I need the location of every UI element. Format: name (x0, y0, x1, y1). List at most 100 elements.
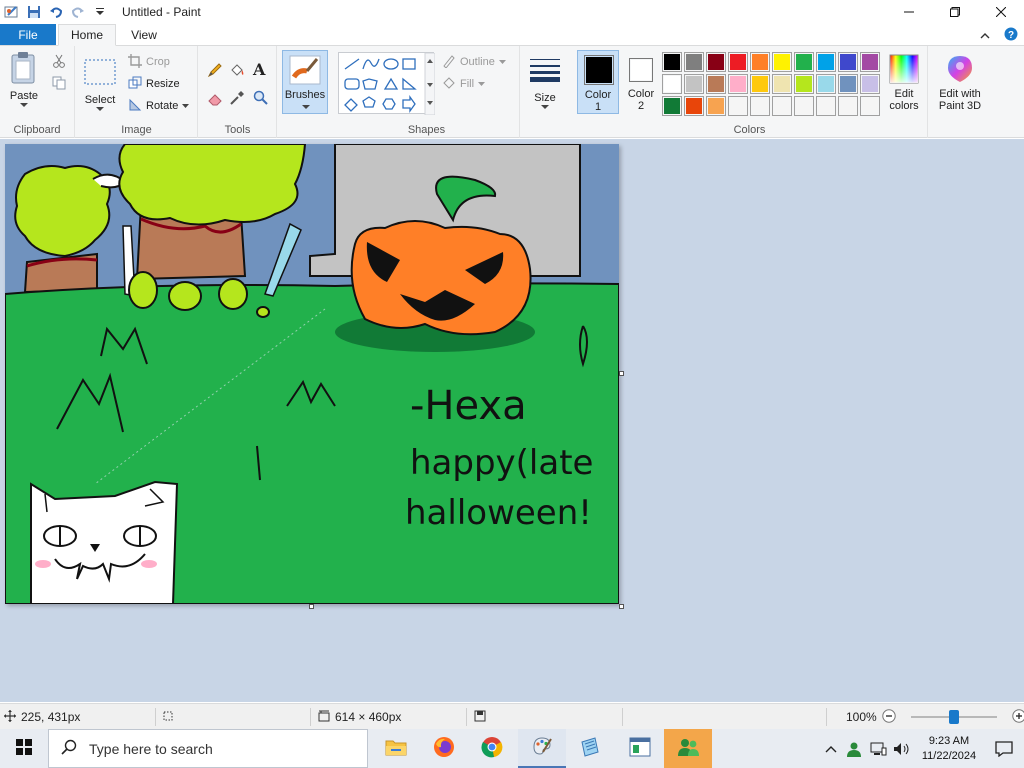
brushes-button[interactable]: Brushes (282, 50, 328, 114)
fill-bucket-icon[interactable] (229, 62, 245, 81)
palette-swatch[interactable] (838, 96, 858, 116)
crop-button[interactable]: Crop (128, 52, 170, 72)
tab-file[interactable]: File (0, 24, 56, 45)
palette-swatch[interactable] (750, 74, 770, 94)
resize-button[interactable]: Resize (128, 74, 180, 94)
start-button[interactable] (0, 729, 48, 768)
folder-icon (385, 738, 407, 759)
collapse-ribbon-icon[interactable] (980, 29, 990, 43)
user-tray-icon[interactable] (842, 741, 866, 757)
taskbar-file-explorer[interactable] (372, 729, 420, 768)
taskbar-app-blue[interactable] (566, 729, 614, 768)
paste-button[interactable]: Paste (8, 52, 40, 108)
clipboard-group: Paste Clipboard (0, 46, 75, 138)
palette-swatch[interactable] (684, 96, 704, 116)
edit-with-paint3d-button[interactable]: Edit with Paint 3D (932, 50, 988, 114)
colors-group: Color 1 Color 2 Edit colors Colors (572, 46, 928, 138)
taskbar-paint[interactable] (518, 729, 566, 768)
pencil-icon[interactable] (207, 62, 223, 81)
palette-swatch[interactable] (794, 96, 814, 116)
taskbar-firefox[interactable] (420, 729, 468, 768)
volume-icon[interactable] (890, 742, 914, 756)
palette-swatch[interactable] (838, 52, 858, 72)
undo-icon[interactable] (48, 4, 64, 20)
palette-swatch[interactable] (816, 52, 836, 72)
resize-handle-bottom[interactable] (309, 604, 314, 609)
shapes-group-label: Shapes (407, 124, 446, 136)
save-icon[interactable] (26, 4, 42, 20)
palette-swatch[interactable] (684, 74, 704, 94)
zoom-out-icon[interactable] (882, 708, 896, 726)
network-icon[interactable] (866, 742, 890, 756)
outline-button[interactable]: Outline (442, 52, 506, 72)
redo-icon[interactable] (70, 4, 86, 20)
palette-swatch[interactable] (772, 96, 792, 116)
palette-swatch[interactable] (838, 74, 858, 94)
clock-date: 11/22/2024 (921, 749, 977, 762)
magnifier-icon[interactable] (253, 90, 269, 109)
tray-overflow-icon[interactable] (820, 745, 842, 753)
palette-swatch[interactable] (706, 52, 726, 72)
color1-button[interactable]: Color 1 (577, 50, 619, 114)
palette-swatch[interactable] (728, 74, 748, 94)
select-button[interactable]: Select (84, 56, 116, 112)
palette-swatch[interactable] (794, 52, 814, 72)
canvas-size: 614 × 460px (318, 704, 401, 730)
tab-view[interactable]: View (116, 24, 172, 45)
rotate-button[interactable]: Rotate (128, 96, 190, 116)
palette-swatch[interactable] (662, 52, 682, 72)
system-clock[interactable]: 9:23 AM 11/22/2024 (914, 734, 984, 764)
palette-swatch[interactable] (750, 96, 770, 116)
fill-button[interactable]: Fill (442, 74, 486, 94)
palette-swatch[interactable] (860, 74, 880, 94)
resize-label: Resize (146, 78, 180, 90)
zoom-slider[interactable] (910, 710, 997, 724)
palette-swatch[interactable] (816, 96, 836, 116)
shapes-group: Outline Fill Shapes (334, 46, 520, 138)
cursor-position: 225, 431px (4, 704, 80, 730)
help-icon[interactable]: ? (1004, 27, 1018, 44)
taskbar-search-box[interactable]: Type here to search (48, 729, 368, 768)
crop-icon (128, 53, 142, 71)
canvas-size-icon (318, 710, 330, 725)
palette-swatch[interactable] (728, 52, 748, 72)
palette-swatch[interactable] (662, 96, 682, 116)
text-tool-icon[interactable]: A (253, 60, 265, 79)
color-picker-icon[interactable] (229, 90, 245, 109)
cut-icon[interactable] (52, 54, 66, 71)
eraser-icon[interactable] (207, 90, 223, 109)
maximize-button[interactable] (932, 0, 978, 24)
palette-swatch[interactable] (706, 74, 726, 94)
taskbar-app-window[interactable] (616, 729, 664, 768)
minimize-button[interactable] (886, 0, 932, 24)
palette-swatch[interactable] (728, 96, 748, 116)
shapes-gallery[interactable] (338, 52, 436, 116)
zoom-in-icon[interactable] (1012, 708, 1024, 726)
copy-icon[interactable] (52, 76, 66, 93)
resize-handle-corner[interactable] (619, 604, 624, 609)
notifications-icon[interactable] (984, 740, 1024, 757)
palette-swatch[interactable] (772, 52, 792, 72)
palette-swatch[interactable] (706, 96, 726, 116)
color1-label: Color (584, 89, 612, 101)
palette-swatch[interactable] (860, 52, 880, 72)
customize-quick-access-icon[interactable] (92, 4, 108, 20)
palette-swatch[interactable] (772, 74, 792, 94)
taskbar-chrome[interactable] (468, 729, 516, 768)
palette-swatch[interactable] (662, 74, 682, 94)
drawing-canvas[interactable]: -Hexa happy(late halloween! (5, 144, 619, 604)
palette-swatch[interactable] (860, 96, 880, 116)
palette-swatch[interactable] (684, 52, 704, 72)
edit-colors-button[interactable]: Edit colors (884, 50, 924, 114)
zoom-slider-thumb[interactable] (948, 710, 959, 724)
taskbar-people[interactable] (664, 729, 712, 768)
resize-handle-right[interactable] (619, 371, 624, 376)
palette-swatch[interactable] (816, 74, 836, 94)
close-button[interactable] (978, 0, 1024, 24)
color-palette (662, 52, 884, 118)
color2-button[interactable]: Color 2 (622, 50, 660, 114)
palette-swatch[interactable] (750, 52, 770, 72)
palette-swatch[interactable] (794, 74, 814, 94)
tab-home[interactable]: Home (58, 24, 116, 46)
size-button[interactable]: Size (529, 54, 561, 110)
